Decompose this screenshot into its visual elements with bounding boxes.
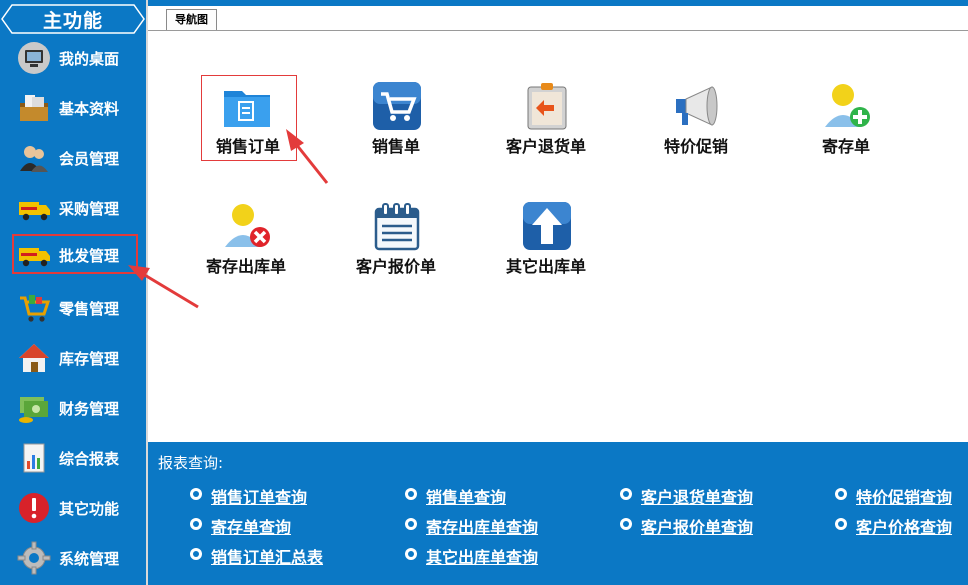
archive-box-icon <box>20 95 48 121</box>
sidebar-item-retail[interactable]: 零售管理 <box>0 284 146 332</box>
megaphone-icon <box>676 86 718 126</box>
bullet-icon <box>620 518 632 530</box>
app-deposit-outbound[interactable]: 寄存出库单 <box>176 195 316 287</box>
sidebar-item-reports[interactable]: 综合报表 <box>0 434 146 482</box>
user-add-icon <box>825 84 870 127</box>
delivery-truck-icon <box>19 248 50 267</box>
up-arrow-icon <box>523 202 571 250</box>
sidebar-item-system[interactable]: 系统管理 <box>0 534 146 582</box>
sidebar-title: 主功能 <box>0 4 146 34</box>
user-remove-icon <box>225 204 270 247</box>
money-icon <box>19 397 48 423</box>
sidebar-item-my-desktop[interactable]: 我的桌面 <box>0 34 146 82</box>
sidebar-item-wholesale[interactable]: 批发管理 <box>12 234 138 274</box>
gear-icon <box>17 541 51 575</box>
report-query-panel: 报表查询: 销售订单查询 销售单查询 客户退货单查询 特价促销查询 寄存单查询 … <box>148 442 968 585</box>
bullet-icon <box>835 488 847 500</box>
app-customer-quote[interactable]: 客户报价单 <box>326 195 466 287</box>
report-chart-icon <box>23 443 45 473</box>
desktop-icon <box>18 42 50 74</box>
app-sales-bill[interactable]: 销售单 <box>326 75 466 167</box>
exclamation-icon <box>19 493 49 523</box>
delivery-truck-icon <box>19 202 50 221</box>
bullet-icon <box>835 518 847 530</box>
sidebar-item-other-functions[interactable]: 其它功能 <box>0 484 146 532</box>
report-title: 报表查询: <box>158 454 224 472</box>
folder-document-icon <box>224 91 270 127</box>
house-icon <box>19 344 49 372</box>
app-special-promotion[interactable]: 特价促销 <box>626 75 766 167</box>
members-icon <box>20 146 48 172</box>
app-deposit-order[interactable]: 寄存单 <box>776 75 916 167</box>
sidebar: 主功能 我的桌面 基本资料 会员管理 采购管理 批发管理 零售管理 库存管理 财… <box>0 0 146 585</box>
app-sales-order[interactable]: 销售订单 <box>148 75 297 167</box>
sidebar-item-inventory[interactable]: 库存管理 <box>0 334 146 382</box>
return-clipboard-icon <box>527 83 567 130</box>
sidebar-item-basic-data[interactable]: 基本资料 <box>0 84 146 132</box>
sidebar-item-finance[interactable]: 财务管理 <box>0 384 146 432</box>
sidebar-item-purchasing[interactable]: 采购管理 <box>0 184 146 232</box>
tab-strip: 导航图 <box>148 6 968 31</box>
app-other-outbound[interactable]: 其它出库单 <box>476 195 616 287</box>
bullet-icon <box>405 518 417 530</box>
bullet-icon <box>620 488 632 500</box>
bullet-icon <box>190 488 202 500</box>
sidebar-item-members[interactable]: 会员管理 <box>0 134 146 182</box>
shopping-cart-icon <box>373 82 421 130</box>
calendar-notepad-icon <box>374 203 420 251</box>
bullet-icon <box>190 518 202 530</box>
bullet-icon <box>405 488 417 500</box>
bullet-icon <box>190 548 202 560</box>
app-customer-return[interactable]: 客户退货单 <box>476 75 616 167</box>
shopping-cart-icon <box>20 295 51 322</box>
bullet-icon <box>405 548 417 560</box>
tab-navigation-map[interactable]: 导航图 <box>166 9 217 30</box>
